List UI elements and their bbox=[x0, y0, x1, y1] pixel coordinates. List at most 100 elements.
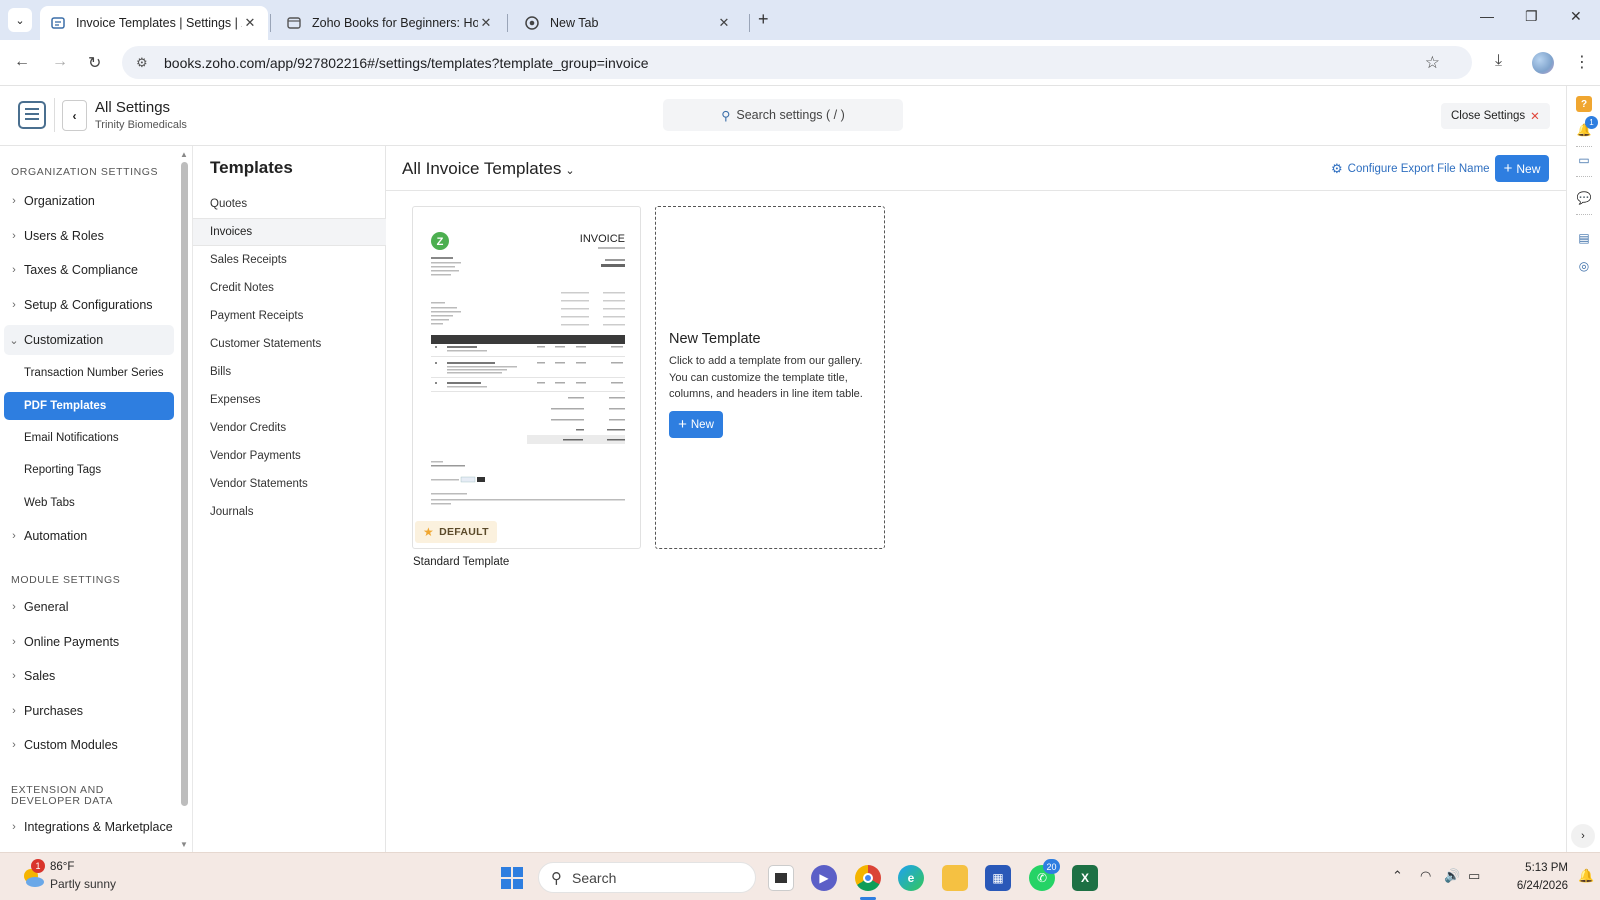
sidebar-item-sales[interactable]: › Sales bbox=[4, 661, 174, 691]
template-type-expenses[interactable]: Expenses bbox=[193, 386, 386, 414]
template-type-bills[interactable]: Bills bbox=[193, 358, 386, 386]
template-type-credit-notes[interactable]: Credit Notes bbox=[193, 274, 386, 302]
sidebar-subitem-transaction-number-series[interactable]: Transaction Number Series bbox=[4, 359, 174, 387]
standard-template-card[interactable]: Z INVOICE ★ DEFAULT bbox=[412, 206, 641, 549]
scroll-up-arrow-icon[interactable]: ▲ bbox=[180, 150, 188, 159]
tab-search-dropdown-button[interactable]: ⌄ bbox=[8, 8, 32, 32]
profile-avatar[interactable] bbox=[1532, 52, 1554, 74]
back-chevron-button[interactable]: ‹ bbox=[62, 100, 87, 131]
sidebar-subitem-email-notifications[interactable]: Email Notifications bbox=[4, 424, 174, 452]
chevron-right-icon: › bbox=[12, 530, 16, 542]
chevron-right-icon: › bbox=[12, 821, 16, 833]
task-view-icon[interactable] bbox=[768, 865, 794, 891]
plus-icon: + bbox=[678, 416, 687, 433]
sidebar-item-label: Organization bbox=[24, 194, 95, 208]
weather-description[interactable]: Partly sunny bbox=[50, 877, 116, 891]
taskbar-search-box[interactable]: ⚲ Search bbox=[538, 862, 756, 893]
show-hidden-icons-chevron-icon[interactable]: ⌃ bbox=[1392, 868, 1403, 884]
sidebar-scrollbar-thumb[interactable] bbox=[181, 162, 188, 806]
template-type-invoices[interactable]: Invoices bbox=[193, 218, 386, 246]
sidebar-item-users-roles[interactable]: › Users & Roles bbox=[4, 221, 174, 251]
new-template-card-button[interactable]: + New bbox=[669, 411, 723, 438]
downloads-icon[interactable]: ⤓ bbox=[1495, 52, 1502, 70]
bookmark-star-icon[interactable]: ☆ bbox=[1425, 53, 1440, 73]
configure-export-file-name-link[interactable]: ⚙ Configure Export File Name bbox=[1331, 161, 1490, 177]
clock-time[interactable]: 5:13 PM bbox=[1508, 862, 1568, 874]
battery-icon[interactable]: ▭ bbox=[1468, 868, 1480, 884]
close-settings-label: Close Settings bbox=[1451, 110, 1526, 122]
sidebar-item-label: Purchases bbox=[24, 704, 84, 718]
template-type-vendor-credits[interactable]: Vendor Credits bbox=[193, 414, 386, 442]
sidebar-item-label: Automation bbox=[24, 529, 88, 543]
expand-panel-chevron-icon[interactable]: › bbox=[1571, 824, 1595, 848]
microsoft-store-icon[interactable]: ▦ bbox=[985, 865, 1011, 891]
browser-tab-invoice-templates[interactable]: Invoice Templates | Settings | Zoho ✕ bbox=[40, 6, 268, 40]
template-type-customer-statements[interactable]: Customer Statements bbox=[193, 330, 386, 358]
sidebar-item-custom-modules[interactable]: › Custom Modules bbox=[4, 730, 174, 760]
back-arrow-icon[interactable]: ← bbox=[14, 53, 30, 71]
site-settings-icon[interactable]: ⚙ bbox=[136, 55, 154, 71]
close-tab-icon[interactable]: ✕ bbox=[716, 15, 732, 31]
sidebar-item-automation[interactable]: › Automation bbox=[4, 521, 174, 551]
chevron-right-icon: › bbox=[12, 264, 16, 276]
forward-arrow-icon[interactable]: → bbox=[52, 53, 68, 71]
close-tab-icon[interactable]: ✕ bbox=[242, 15, 258, 31]
template-filter-dropdown[interactable]: All Invoice Templates ⌄ bbox=[402, 159, 575, 179]
taskbar-search-label: Search bbox=[572, 869, 617, 886]
browser-tab-zoho-beginners[interactable]: Zoho Books for Beginners: How ✕ bbox=[276, 6, 504, 40]
edge-icon[interactable]: e bbox=[898, 865, 924, 891]
chrome-icon[interactable] bbox=[855, 865, 881, 891]
template-type-vendor-statements[interactable]: Vendor Statements bbox=[193, 470, 386, 498]
url-text[interactable]: books.zoho.com/app/927802216#/settings/t… bbox=[164, 55, 649, 71]
template-type-sales-receipts[interactable]: Sales Receipts bbox=[193, 246, 386, 274]
section-heading-module-settings: MODULE SETTINGS bbox=[11, 574, 121, 586]
sidebar-subitem-web-tabs[interactable]: Web Tabs bbox=[4, 489, 174, 517]
notification-center-bell-icon[interactable]: 🔔 bbox=[1578, 868, 1594, 884]
sidebar-subitem-pdf-templates[interactable]: PDF Templates bbox=[4, 392, 174, 420]
wifi-icon[interactable]: ◠ bbox=[1420, 868, 1431, 884]
help-icon[interactable]: ? bbox=[1576, 96, 1592, 112]
reload-icon[interactable]: ↻ bbox=[88, 53, 101, 73]
close-settings-button[interactable]: Close Settings ✕ bbox=[1441, 103, 1550, 129]
excel-icon[interactable]: X bbox=[1072, 865, 1098, 891]
windows-start-icon[interactable] bbox=[501, 867, 523, 889]
sidebar-item-setup-configurations[interactable]: › Setup & Configurations bbox=[4, 290, 174, 320]
templates-heading: Templates bbox=[210, 158, 293, 177]
notes-icon[interactable]: ▤ bbox=[1576, 230, 1592, 246]
zoho-books-logo-icon[interactable] bbox=[18, 101, 46, 129]
minimize-window-icon[interactable]: — bbox=[1480, 8, 1494, 24]
restore-window-icon[interactable]: ❐ bbox=[1525, 8, 1538, 25]
browser-tab-new-tab[interactable]: New Tab ✕ bbox=[514, 6, 742, 40]
teams-meet-icon[interactable]: ▶ bbox=[811, 865, 837, 891]
new-template-button[interactable]: + New bbox=[1495, 155, 1549, 182]
sidebar-item-integrations-marketplace[interactable]: › Integrations & Marketplace bbox=[4, 812, 174, 842]
browser-menu-icon[interactable]: ⋮ bbox=[1574, 52, 1590, 72]
template-type-vendor-payments[interactable]: Vendor Payments bbox=[193, 442, 386, 470]
url-omnibox[interactable]: ⚙ books.zoho.com/app/927802216#/settings… bbox=[122, 46, 1472, 79]
volume-icon[interactable]: 🔊 bbox=[1444, 868, 1460, 884]
support-lifebuoy-icon[interactable]: ◎ bbox=[1576, 258, 1592, 274]
new-tab-plus-icon[interactable]: + bbox=[758, 9, 769, 30]
sidebar-subitem-reporting-tags[interactable]: Reporting Tags bbox=[4, 456, 174, 484]
sidebar-item-customization[interactable]: ⌄ Customization bbox=[4, 325, 174, 355]
sidebar-item-purchases[interactable]: › Purchases bbox=[4, 696, 174, 726]
weather-temperature[interactable]: 86°F bbox=[50, 861, 74, 873]
new-template-card[interactable]: New Template Click to add a template fro… bbox=[655, 206, 885, 549]
scroll-down-arrow-icon[interactable]: ▼ bbox=[180, 840, 188, 849]
search-settings-input[interactable]: ⚲ Search settings ( / ) bbox=[663, 99, 903, 131]
sidebar-item-general[interactable]: › General bbox=[4, 592, 174, 622]
file-explorer-icon[interactable] bbox=[942, 865, 968, 891]
clock-date[interactable]: 6/24/2026 bbox=[1508, 880, 1568, 892]
sidebar-item-organization[interactable]: › Organization bbox=[4, 186, 174, 216]
close-tab-icon[interactable]: ✕ bbox=[478, 15, 494, 31]
presentation-icon[interactable]: ▭ bbox=[1576, 152, 1592, 168]
search-icon: ⚲ bbox=[551, 869, 562, 887]
close-window-icon[interactable]: ✕ bbox=[1570, 8, 1582, 25]
configure-label: Configure Export File Name bbox=[1347, 163, 1490, 175]
template-type-journals[interactable]: Journals bbox=[193, 498, 386, 526]
sidebar-item-taxes-compliance[interactable]: › Taxes & Compliance bbox=[4, 255, 174, 285]
sidebar-item-online-payments[interactable]: › Online Payments bbox=[4, 627, 174, 657]
template-type-quotes[interactable]: Quotes bbox=[193, 190, 386, 218]
template-type-payment-receipts[interactable]: Payment Receipts bbox=[193, 302, 386, 330]
chat-icon[interactable]: 💬 bbox=[1576, 190, 1592, 206]
